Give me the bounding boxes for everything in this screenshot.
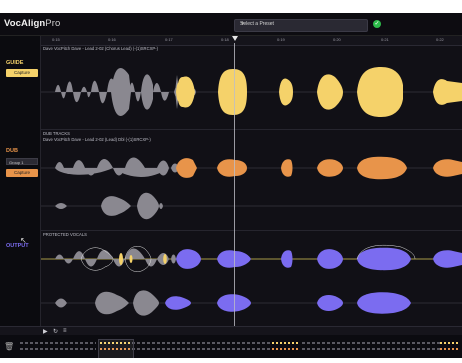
dub-tracks-heading: DUB TRACKS	[43, 131, 70, 136]
playhead-line	[234, 43, 235, 326]
dub-section-label: DUB	[6, 148, 18, 154]
chevron-down-icon: ▼	[240, 21, 245, 27]
ruler-tick: 0:22	[436, 37, 444, 42]
app-title: VocAlign	[4, 18, 46, 29]
guide-waveform	[41, 67, 462, 117]
bars-icon[interactable]: ≡	[63, 328, 67, 334]
app-title-suffix: Pro	[45, 18, 61, 29]
preset-select[interactable]: Select a Preset ▼	[234, 19, 368, 32]
play-icon[interactable]: ▶	[43, 328, 48, 335]
ruler-tick: 0:17	[165, 37, 173, 42]
ruler-tick: 0:15	[52, 37, 60, 42]
ruler-tick: 0:21	[381, 37, 389, 42]
app-logo: VocAlignPro	[4, 18, 60, 29]
ruler-tick: 0:19	[277, 37, 285, 42]
dub-group-select[interactable]: Group 1	[6, 158, 38, 165]
guide-section-label: GUIDE	[6, 60, 24, 66]
track-divider	[41, 230, 462, 231]
top-bar: VocAlignPro Select a Preset ▼ ✓	[0, 13, 462, 36]
overview-waveform	[20, 342, 460, 350]
track-divider	[41, 129, 462, 130]
ruler-tick: 0:16	[108, 37, 116, 42]
check-circle-icon: ✓	[373, 20, 381, 28]
guide-capture-button[interactable]: Capture	[6, 69, 38, 77]
playhead-marker[interactable]	[232, 36, 238, 41]
session-overview[interactable]: 🗑	[0, 335, 462, 358]
timeline-ruler[interactable]: 0:15 0:16 0:17 0:18 0:19 0:20 0:21 0:22	[41, 36, 462, 46]
dub-waveform-lane[interactable]	[41, 144, 462, 228]
dub-capture-button[interactable]: Capture	[6, 169, 38, 177]
overview-scroll-thumb[interactable]	[98, 339, 134, 358]
dub-waveform	[41, 156, 462, 220]
ruler-tick: 0:20	[333, 37, 341, 42]
mouse-cursor-icon: ↖	[20, 236, 27, 245]
vocalign-window: VocAlignPro Select a Preset ▼ ✓ GUIDE Ca…	[0, 13, 462, 358]
left-panel: GUIDE Capture DUB Group 1 Capture OUTPUT…	[0, 36, 41, 326]
dub-track-title: Dave VocPitch Dave - Lead 2-02 (Lead) Db…	[43, 137, 151, 142]
guide-track-title: Dave VocPitch Dave - Lead 2-02 (Chorus L…	[43, 46, 158, 51]
guide-waveform-lane[interactable]	[41, 55, 462, 129]
output-waveform-lane[interactable]	[41, 239, 462, 325]
ruler-tick: 0:18	[221, 37, 229, 42]
output-waveform	[41, 244, 462, 316]
output-track-title: PROTECTED VOCALS	[43, 232, 87, 237]
loop-icon[interactable]: ↻	[53, 328, 58, 335]
